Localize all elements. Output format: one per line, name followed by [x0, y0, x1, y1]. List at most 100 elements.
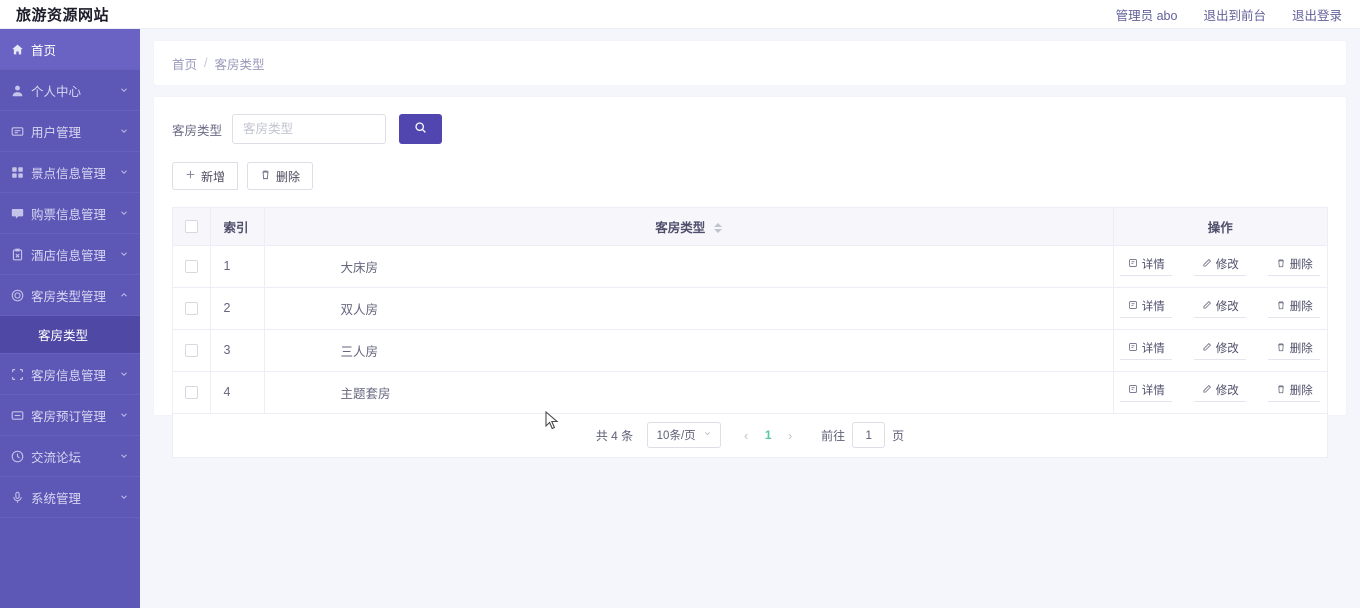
detail-button[interactable]: 详情 [1120, 256, 1173, 276]
top-header-bar: 旅游资源网站 管理员 abo 退出到前台 退出登录 [0, 0, 1360, 29]
search-button[interactable] [399, 114, 443, 144]
breadcrumb-separator: / [204, 56, 208, 70]
edit-label: 修改 [1215, 259, 1239, 271]
sort-caret-icon[interactable] [713, 223, 722, 234]
prev-page-button[interactable]: ‹ [735, 423, 757, 447]
edit-button[interactable]: 修改 [1194, 382, 1247, 402]
row-delete-button[interactable]: 删除 [1268, 382, 1321, 402]
sidebar-item-room-type-management[interactable]: 客房类型管理 [0, 275, 140, 316]
sidebar-item-room-booking[interactable]: 客房预订管理 [0, 395, 140, 436]
breadcrumb: 首页 / 客房类型 [154, 41, 1346, 85]
chevron-down-icon [119, 208, 129, 218]
chevron-down-icon [119, 126, 129, 136]
add-button[interactable]: 新增 [172, 162, 239, 190]
table-row[interactable]: 4 主题套房 详情 修改 删除 [173, 371, 1327, 414]
edit-button[interactable]: 修改 [1194, 298, 1247, 318]
trash-icon [1276, 384, 1286, 397]
exit-to-frontend-link[interactable]: 退出到前台 [1203, 5, 1266, 24]
room-type-table: 索引 客房类型 操作 1 大床房 详情 修改 删除 2 双人房 详情 修改 删除… [172, 207, 1328, 414]
sidebar-item-room-info[interactable]: 客房信息管理 [0, 354, 140, 395]
breadcrumb-current: 客房类型 [214, 57, 265, 72]
row-index: 4 [210, 371, 265, 414]
edit-icon [1202, 342, 1212, 355]
admin-user-link[interactable]: 管理员 abo [1116, 5, 1178, 24]
sidebar-label-room-info: 客房信息管理 [31, 368, 107, 383]
page-size-value: 10条/页 [656, 430, 696, 442]
jump-page-input[interactable] [852, 422, 886, 448]
sidebar-label-room-type-management: 客房类型管理 [31, 289, 107, 304]
detail-button[interactable]: 详情 [1120, 382, 1173, 402]
table-row[interactable]: 2 双人房 详情 修改 删除 [173, 287, 1327, 330]
page-size-select[interactable]: 10条/页 [647, 422, 722, 448]
row-index: 2 [210, 287, 265, 330]
jump-prefix-label: 前往 [821, 428, 846, 443]
add-button-label: 新增 [201, 169, 226, 184]
row-select-cell [173, 371, 211, 414]
sidebar-label-personal-center: 个人中心 [31, 84, 82, 99]
row-delete-button[interactable]: 删除 [1268, 298, 1321, 318]
select-all-checkbox[interactable] [184, 220, 198, 234]
detail-button[interactable]: 详情 [1120, 340, 1173, 360]
table-row[interactable]: 3 三人房 详情 修改 删除 [173, 329, 1327, 372]
row-checkbox[interactable] [184, 302, 198, 316]
next-page-button[interactable]: › [779, 423, 801, 447]
sidebar-item-hotel-info[interactable]: 酒店信息管理 [0, 234, 140, 275]
sidebar-item-attraction-info[interactable]: 景点信息管理 [0, 152, 140, 193]
header-links: 管理员 abo 退出到前台 退出登录 [1116, 5, 1342, 24]
home-icon [11, 43, 24, 56]
detail-icon [1128, 384, 1138, 397]
row-index: 1 [210, 245, 265, 288]
grid-icon [11, 166, 24, 179]
sidebar-subitem-room-type[interactable]: 客房类型 [0, 316, 140, 354]
sidebar-item-ticket-info[interactable]: 购票信息管理 [0, 193, 140, 234]
toolbar: 新增 删除 [172, 162, 1328, 190]
pagination-pages: ‹ 1 › [735, 423, 801, 447]
clock-icon [11, 450, 24, 463]
edit-icon [1202, 258, 1212, 271]
row-checkbox[interactable] [184, 260, 198, 274]
row-delete-button[interactable]: 删除 [1268, 340, 1321, 360]
card-icon [11, 409, 24, 422]
row-checkbox[interactable] [184, 344, 198, 358]
sidebar-item-home[interactable]: 首页 [0, 29, 140, 70]
sidebar-item-forum[interactable]: 交流论坛 [0, 436, 140, 477]
search-input[interactable] [232, 114, 387, 144]
edit-button[interactable]: 修改 [1194, 256, 1247, 276]
chevron-down-icon [119, 410, 129, 420]
sidebar-item-user-management[interactable]: 用户管理 [0, 111, 140, 152]
sidebar-item-system-management[interactable]: 系统管理 [0, 477, 140, 518]
detail-button[interactable]: 详情 [1120, 298, 1173, 318]
row-operations: 详情 修改 删除 [1113, 245, 1327, 288]
user-icon [11, 84, 24, 97]
edit-button[interactable]: 修改 [1194, 340, 1247, 360]
row-delete-label: 删除 [1289, 343, 1313, 355]
sidebar-item-personal-center[interactable]: 个人中心 [0, 70, 140, 111]
pagination-bar: 共 4 条 10条/页 ‹ 1 › 前往 页 [172, 413, 1328, 458]
logout-link[interactable]: 退出登录 [1292, 5, 1342, 24]
trash-icon [1276, 258, 1286, 271]
table-header-row: 索引 客房类型 操作 [173, 208, 1327, 246]
sidebar-label-user-management: 用户管理 [31, 125, 82, 140]
row-room-type: 双人房 [264, 287, 1114, 330]
chat-icon [11, 207, 24, 220]
chevron-down-icon [703, 429, 712, 441]
pagination-jump: 前往 页 [821, 422, 904, 448]
row-delete-button[interactable]: 删除 [1268, 256, 1321, 276]
edit-icon [1202, 384, 1212, 397]
page-number-1[interactable]: 1 [757, 423, 779, 447]
circle-icon [11, 289, 24, 302]
row-select-cell [173, 287, 211, 330]
detail-icon [1128, 342, 1138, 355]
edit-label: 修改 [1215, 385, 1239, 397]
chevron-down-icon [119, 249, 129, 259]
crop-icon [11, 368, 24, 381]
breadcrumb-home[interactable]: 首页 [172, 54, 197, 73]
select-all-cell [173, 208, 211, 246]
row-operations: 详情 修改 删除 [1113, 287, 1327, 330]
row-checkbox[interactable] [184, 386, 198, 400]
table-row[interactable]: 1 大床房 详情 修改 删除 [173, 245, 1327, 288]
edit-label: 修改 [1215, 301, 1239, 313]
delete-button[interactable]: 删除 [247, 162, 314, 190]
column-header-index: 索引 [210, 208, 265, 246]
edit-label: 修改 [1215, 343, 1239, 355]
